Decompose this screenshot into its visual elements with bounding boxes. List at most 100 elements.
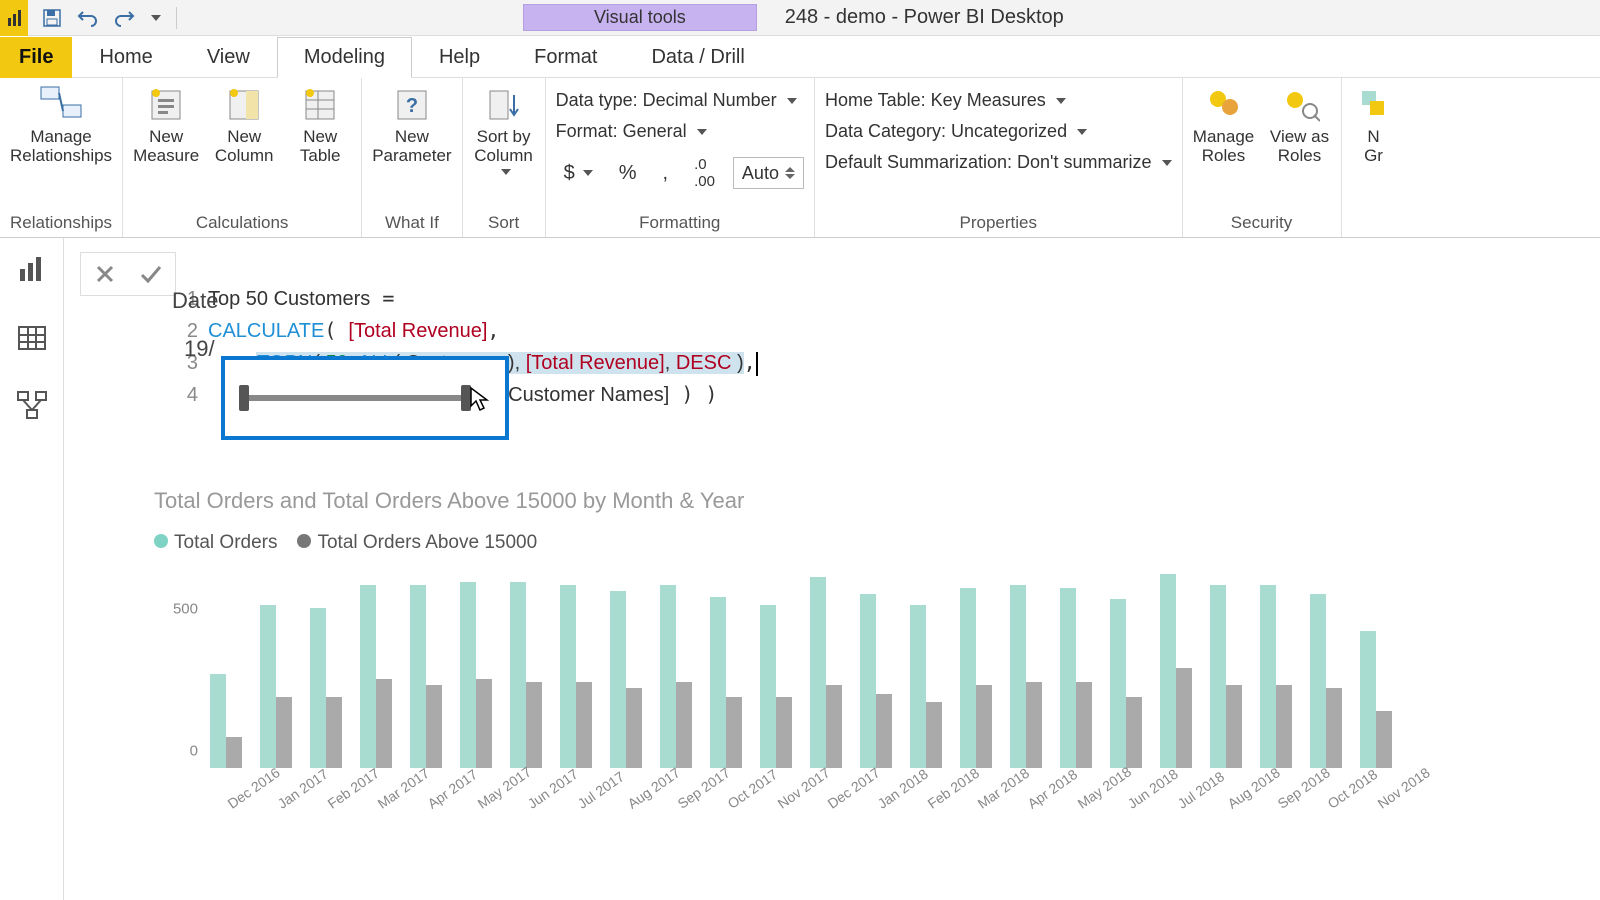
x-tick-label: Sep 2017 <box>675 778 714 812</box>
bar-group <box>658 585 694 768</box>
x-tick-label: Nov 2018 <box>1375 778 1414 812</box>
bar-group <box>1208 585 1244 768</box>
undo-icon[interactable] <box>74 4 102 32</box>
date-range-slider[interactable] <box>221 356 509 440</box>
chevron-down-icon <box>787 98 797 104</box>
bar-group <box>358 585 394 768</box>
bar-total-orders-above <box>826 685 842 768</box>
report-view-icon[interactable] <box>12 250 52 290</box>
sort-by-column-button[interactable]: Sort by Column <box>473 84 535 175</box>
x-tick-label: Jul 2017 <box>575 778 614 812</box>
new-parameter-button[interactable]: ? New Parameter <box>372 84 451 165</box>
report-canvas: 1Top 50 Customers = 2CALCULATE( [Total R… <box>64 238 1600 900</box>
x-tick-label: May 2018 <box>1075 778 1114 812</box>
chart-title: Total Orders and Total Orders Above 1500… <box>154 488 1570 514</box>
new-measure-icon <box>144 84 188 124</box>
bar-group <box>1108 599 1144 768</box>
bar-total-orders <box>360 585 376 768</box>
bar-total-orders-above <box>1076 682 1092 768</box>
contextual-tab-visual-tools[interactable]: Visual tools <box>523 4 757 31</box>
tab-home[interactable]: Home <box>72 37 179 78</box>
groups-button-partial[interactable]: NGr <box>1352 84 1396 165</box>
bar-group <box>1258 585 1294 768</box>
bar-group <box>208 674 244 768</box>
thousands-separator-button[interactable]: , <box>655 158 677 189</box>
bar-group <box>758 605 794 768</box>
separator <box>176 7 177 29</box>
data-category-dropdown[interactable]: Data Category: Uncategorized <box>825 121 1172 142</box>
new-parameter-icon: ? <box>390 84 434 124</box>
spinner-icon[interactable] <box>785 167 795 179</box>
decimal-auto-box[interactable]: Auto <box>733 157 804 189</box>
bar-total-orders <box>1010 585 1026 768</box>
bar-group <box>1358 631 1394 768</box>
view-as-roles-button[interactable]: View as Roles <box>1269 84 1331 165</box>
default-summarization-dropdown[interactable]: Default Summarization: Don't summarize <box>825 152 1172 173</box>
bar-total-orders <box>210 674 226 768</box>
redo-icon[interactable] <box>110 4 138 32</box>
data-view-icon[interactable] <box>12 318 52 358</box>
new-table-button[interactable]: New Table <box>289 84 351 165</box>
bar-total-orders-above <box>276 697 292 768</box>
group-label-relationships: Relationships <box>10 211 112 233</box>
formula-commit-button[interactable] <box>131 257 171 291</box>
tab-file[interactable]: File <box>0 37 72 78</box>
bar-total-orders-above <box>326 697 342 768</box>
bar-total-orders <box>1360 631 1376 768</box>
x-tick-label: Oct 2017 <box>725 778 764 812</box>
view-as-roles-icon <box>1278 84 1322 124</box>
slider-thumb-start[interactable] <box>239 385 249 411</box>
bar-total-orders-above <box>226 737 242 768</box>
bar-total-orders <box>260 605 276 768</box>
group-label-security: Security <box>1193 211 1331 233</box>
bar-total-orders <box>710 597 726 768</box>
left-nav <box>0 238 64 900</box>
formula-cancel-button[interactable] <box>85 257 125 291</box>
bar-group <box>908 605 944 768</box>
chart-visual[interactable]: Total Orders and Total Orders Above 1500… <box>154 488 1570 790</box>
bar-total-orders-above <box>776 697 792 768</box>
format-dropdown[interactable]: Format: General <box>556 121 804 142</box>
tab-view[interactable]: View <box>180 37 277 78</box>
x-tick-label: Apr 2017 <box>425 778 464 812</box>
qat-customize-icon[interactable] <box>146 4 162 32</box>
bar-total-orders-above <box>926 702 942 768</box>
save-icon[interactable] <box>38 4 66 32</box>
sort-icon <box>482 84 526 124</box>
currency-format-button[interactable]: $ <box>556 158 601 189</box>
new-column-button[interactable]: New Column <box>213 84 275 165</box>
x-tick-label: Sep 2018 <box>1275 778 1314 812</box>
x-axis-labels: Dec 2016Jan 2017Feb 2017Mar 2017Apr 2017… <box>154 774 1570 790</box>
bar-group <box>1058 588 1094 768</box>
bar-total-orders-above <box>1376 711 1392 768</box>
percent-format-button[interactable]: % <box>611 158 645 189</box>
bar-group <box>558 585 594 768</box>
decimal-places-icon[interactable]: .0.00 <box>686 152 723 194</box>
x-tick-label: Feb 2017 <box>325 778 364 812</box>
x-tick-label: Feb 2018 <box>925 778 964 812</box>
home-table-dropdown[interactable]: Home Table: Key Measures <box>825 90 1172 111</box>
x-tick-label: Dec 2016 <box>225 778 264 812</box>
bar-total-orders-above <box>1176 668 1192 768</box>
new-measure-button[interactable]: New Measure <box>133 84 199 165</box>
bar-total-orders <box>510 582 526 768</box>
tab-help[interactable]: Help <box>412 37 507 78</box>
manage-relationships-button[interactable]: Manage Relationships <box>10 84 112 165</box>
x-tick-label: Dec 2017 <box>825 778 864 812</box>
tab-data-drill[interactable]: Data / Drill <box>624 37 771 78</box>
x-tick-label: May 2017 <box>475 778 514 812</box>
data-type-dropdown[interactable]: Data type: Decimal Number <box>556 90 804 111</box>
manage-roles-button[interactable]: Manage Roles <box>1193 84 1255 165</box>
bar-group <box>258 605 294 768</box>
bar-total-orders-above <box>526 682 542 768</box>
chevron-down-icon <box>697 129 707 135</box>
bar-total-orders <box>410 585 426 768</box>
x-tick-label: Nov 2017 <box>775 778 814 812</box>
model-view-icon[interactable] <box>12 386 52 426</box>
bar-total-orders <box>310 608 326 768</box>
tab-format[interactable]: Format <box>507 37 624 78</box>
bar-group <box>608 591 644 768</box>
group-label-calculations: Calculations <box>133 211 351 233</box>
tab-modeling[interactable]: Modeling <box>277 37 412 78</box>
bar-total-orders <box>1310 594 1326 768</box>
